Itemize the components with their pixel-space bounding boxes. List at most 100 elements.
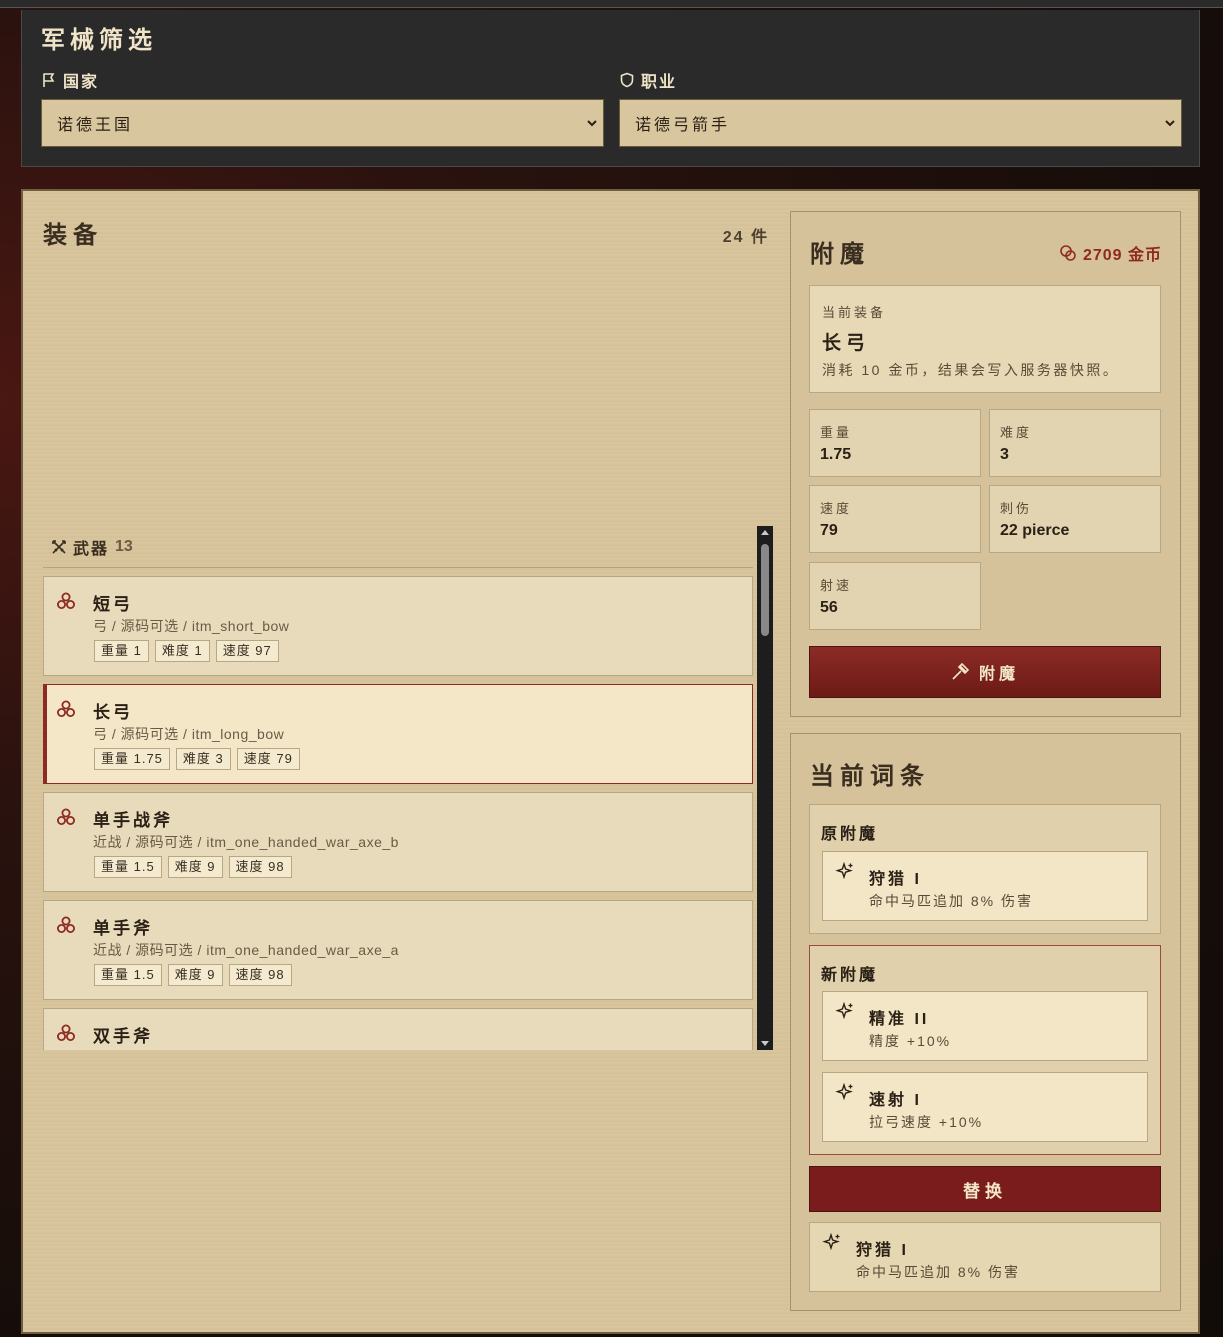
item-stat-tag: 难度 1 bbox=[154, 640, 210, 662]
equipment-list[interactable]: 武器 13 短弓弓 / 源码可选 / itm_short_bow 重量 1 难度 1… bbox=[43, 526, 773, 1050]
enchant-button[interactable]: 附魔 bbox=[809, 646, 1161, 698]
affix-desc: 精度 +10% bbox=[869, 1033, 952, 1049]
item-stat-tag: 难度 3 bbox=[175, 748, 231, 770]
affix-name: 狩猎 I bbox=[869, 871, 922, 888]
enchant-panel: 附魔 2709 金币 当前装备 长弓 消耗 10 金币，结果会写入服务器快照。 … bbox=[790, 211, 1181, 717]
item-stat-tag: 难度 9 bbox=[167, 856, 223, 878]
item-card[interactable]: 双手斧 bbox=[43, 1008, 753, 1050]
stat-value: 1.75 bbox=[820, 446, 852, 463]
current-equipment-box: 当前装备 长弓 消耗 10 金币，结果会写入服务器快照。 bbox=[809, 285, 1161, 393]
crossed-swords-icon bbox=[52, 539, 66, 554]
item-stat-tag: 重量 1 bbox=[94, 640, 149, 662]
nation-select[interactable]: 诺德王国 bbox=[41, 99, 604, 147]
affix-card[interactable]: 速射 I 拉弓速度 +10% bbox=[822, 1072, 1148, 1142]
gold-balance: 2709 金币 bbox=[1059, 241, 1162, 265]
list-scrollbar[interactable] bbox=[757, 526, 773, 1050]
enchant-button-label: 附魔 bbox=[978, 666, 1019, 683]
stat-value: 79 bbox=[820, 522, 838, 539]
item-cards: 短弓弓 / 源码可选 / itm_short_bow 重量 1 难度 1 速度 97 长… bbox=[43, 576, 753, 1050]
sparkle-icon bbox=[835, 1002, 853, 1020]
weapon-group-count: 13 bbox=[115, 537, 133, 555]
shield-icon bbox=[620, 72, 634, 88]
filter-panel: 军械筛选 国家 诺德王国 职业 诺德弓箭手 bbox=[21, 10, 1200, 167]
hammer-icon bbox=[952, 663, 969, 680]
chevron-down-icon bbox=[587, 120, 597, 127]
current-affix-card[interactable]: 狩猎 I 命中马匹追加 8% 伤害 bbox=[809, 1222, 1161, 1292]
item-stat-tag: 难度 9 bbox=[167, 964, 223, 986]
item-stat-tag: 重量 1.5 bbox=[94, 964, 162, 986]
affix-card[interactable]: 狩猎 I 命中马匹追加 8% 伤害 bbox=[822, 851, 1148, 921]
current-equipment-name: 长弓 bbox=[822, 333, 871, 354]
new-enchant-group: 新附魔 精准 II 精度 +10% 速射 I 拉弓速度 +10% bbox=[809, 945, 1161, 1155]
affix-name: 速射 I bbox=[869, 1092, 922, 1109]
filter-title: 军械筛选 bbox=[41, 25, 157, 54]
stat-value: 22 pierce bbox=[1000, 522, 1070, 539]
item-subtitle: 近战 / 源码可选 / itm_one_handed_war_axe_a bbox=[93, 942, 399, 958]
main-panel: 装备 24 件 武器 13 短弓弓 / 源码可选 / itm_short_bow… bbox=[21, 189, 1200, 1334]
chevron-down-icon bbox=[1165, 120, 1175, 127]
stat-label: 重量 bbox=[820, 425, 853, 440]
item-stat-tag: 重量 1.5 bbox=[94, 856, 162, 878]
stat-value: 3 bbox=[1000, 446, 1009, 463]
item-emblem-icon bbox=[56, 807, 76, 832]
affix-title: 当前词条 bbox=[810, 761, 930, 790]
stat-label: 刺伤 bbox=[1000, 501, 1033, 516]
scrollbar-thumb[interactable] bbox=[761, 544, 769, 636]
item-tags: 重量 1.75 难度 3 速度 79 bbox=[94, 748, 300, 770]
sparkle-icon bbox=[835, 862, 853, 880]
item-card[interactable]: 短弓弓 / 源码可选 / itm_short_bow 重量 1 难度 1 速度 97 bbox=[43, 576, 753, 676]
scroll-down-arrow-icon[interactable] bbox=[761, 1041, 769, 1046]
item-tags: 重量 1.5 难度 9 速度 98 bbox=[94, 856, 292, 878]
nation-select-value: 诺德王国 bbox=[57, 117, 134, 134]
new-enchant-label: 新附魔 bbox=[821, 967, 879, 984]
item-name: 双手斧 bbox=[93, 1027, 153, 1046]
weapon-group-label: 武器 bbox=[73, 540, 110, 558]
item-emblem-icon bbox=[56, 1023, 76, 1048]
scroll-up-arrow-icon[interactable] bbox=[761, 530, 769, 535]
current-equipment-note: 消耗 10 金币，结果会写入服务器快照。 bbox=[822, 362, 1120, 378]
replace-button[interactable]: 替换 bbox=[809, 1166, 1161, 1212]
item-name: 长弓 bbox=[93, 703, 133, 722]
item-name: 短弓 bbox=[93, 595, 133, 614]
item-stat-tag: 速度 97 bbox=[215, 640, 279, 662]
item-stat-tag: 速度 79 bbox=[236, 748, 300, 770]
affix-desc: 拉弓速度 +10% bbox=[869, 1114, 984, 1130]
class-select-value: 诺德弓箭手 bbox=[635, 117, 731, 134]
affix-card[interactable]: 精准 II 精度 +10% bbox=[822, 991, 1148, 1061]
weapon-group-header[interactable]: 武器 13 bbox=[43, 526, 753, 568]
item-subtitle: 近战 / 源码可选 / itm_one_handed_war_axe_b bbox=[93, 834, 399, 850]
item-stat-tag: 速度 98 bbox=[228, 856, 292, 878]
affix-name: 狩猎 I bbox=[856, 1242, 909, 1259]
nation-label: 国家 bbox=[63, 74, 100, 91]
window-top-bar bbox=[0, 0, 1223, 8]
item-tags: 重量 1.5 难度 9 速度 98 bbox=[94, 964, 292, 986]
item-subtitle: 弓 / 源码可选 / itm_short_bow bbox=[93, 618, 290, 634]
item-card[interactable]: 单手战斧近战 / 源码可选 / itm_one_handed_war_axe_b… bbox=[43, 792, 753, 892]
enchant-title: 附魔 bbox=[810, 239, 870, 268]
item-emblem-icon bbox=[56, 699, 76, 724]
item-card[interactable]: 长弓弓 / 源码可选 / itm_long_bow 重量 1.75 难度 3 速度 7… bbox=[43, 684, 753, 784]
stat-label: 难度 bbox=[1000, 425, 1033, 440]
original-enchant-group: 原附魔 狩猎 I 命中马匹追加 8% 伤害 bbox=[809, 804, 1161, 934]
equipment-title: 装备 bbox=[43, 220, 103, 249]
original-enchant-label: 原附魔 bbox=[821, 826, 879, 843]
stat-pierce: 刺伤 22 pierce bbox=[989, 485, 1161, 553]
item-subtitle: 弓 / 源码可选 / itm_long_bow bbox=[93, 726, 285, 742]
affix-desc: 命中马匹追加 8% 伤害 bbox=[869, 893, 1034, 909]
stat-speed: 速度 79 bbox=[809, 485, 981, 553]
stat-label: 速度 bbox=[820, 501, 853, 516]
class-select[interactable]: 诺德弓箭手 bbox=[619, 99, 1182, 147]
stat-weight: 重量 1.75 bbox=[809, 409, 981, 477]
item-tags: 重量 1 难度 1 速度 97 bbox=[94, 640, 279, 662]
stat-missile-speed: 射速 56 bbox=[809, 562, 981, 630]
class-label-row: 职业 bbox=[619, 68, 677, 92]
stat-label: 射速 bbox=[820, 578, 853, 593]
gold-amount: 2709 金币 bbox=[1082, 247, 1162, 264]
item-name: 单手斧 bbox=[93, 919, 153, 938]
item-card[interactable]: 单手斧近战 / 源码可选 / itm_one_handed_war_axe_a 重… bbox=[43, 900, 753, 1000]
item-name: 单手战斧 bbox=[93, 811, 173, 830]
item-stat-tag: 重量 1.75 bbox=[94, 748, 170, 770]
class-label: 职业 bbox=[641, 74, 678, 91]
affix-name: 精准 II bbox=[869, 1011, 930, 1028]
stat-value: 56 bbox=[820, 599, 838, 616]
